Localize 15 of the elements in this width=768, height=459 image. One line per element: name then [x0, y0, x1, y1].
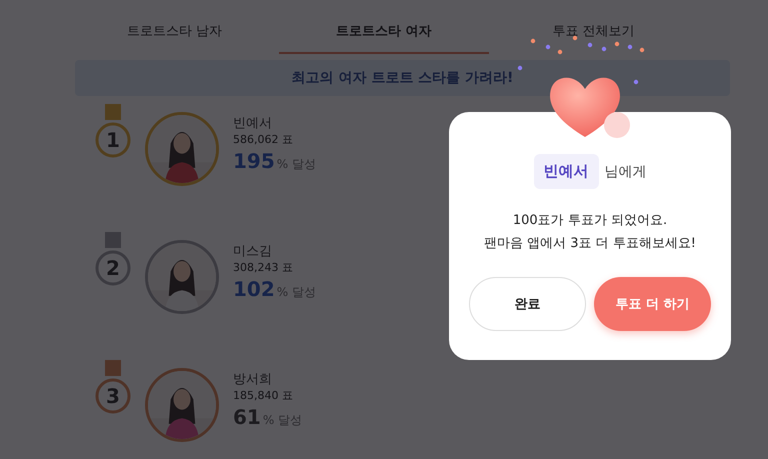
message-text: 팬마음 앱에서 3표 더 투표해보세요!	[484, 235, 696, 253]
done-button[interactable]: 완료	[469, 277, 586, 331]
percent-value: 61	[233, 405, 261, 429]
singer-name: 방서희	[233, 371, 273, 388]
vote-count: 185,840 표	[233, 388, 294, 403]
message-text: 100표가 투표가 되었어요.	[512, 212, 668, 230]
singer-name: 빈예서	[233, 115, 273, 132]
vote-count: 586,062 표	[233, 132, 294, 147]
singer-name: 미스김	[233, 243, 273, 260]
percent-value: 195	[233, 149, 275, 173]
recipient-name: 빈예서	[534, 154, 598, 189]
vote-more-button[interactable]: 투표 더 하기	[594, 277, 711, 331]
percent-value: 102	[233, 277, 275, 301]
recipient-label: 님에게	[604, 162, 646, 180]
vote-count: 308,243 표	[233, 260, 294, 275]
